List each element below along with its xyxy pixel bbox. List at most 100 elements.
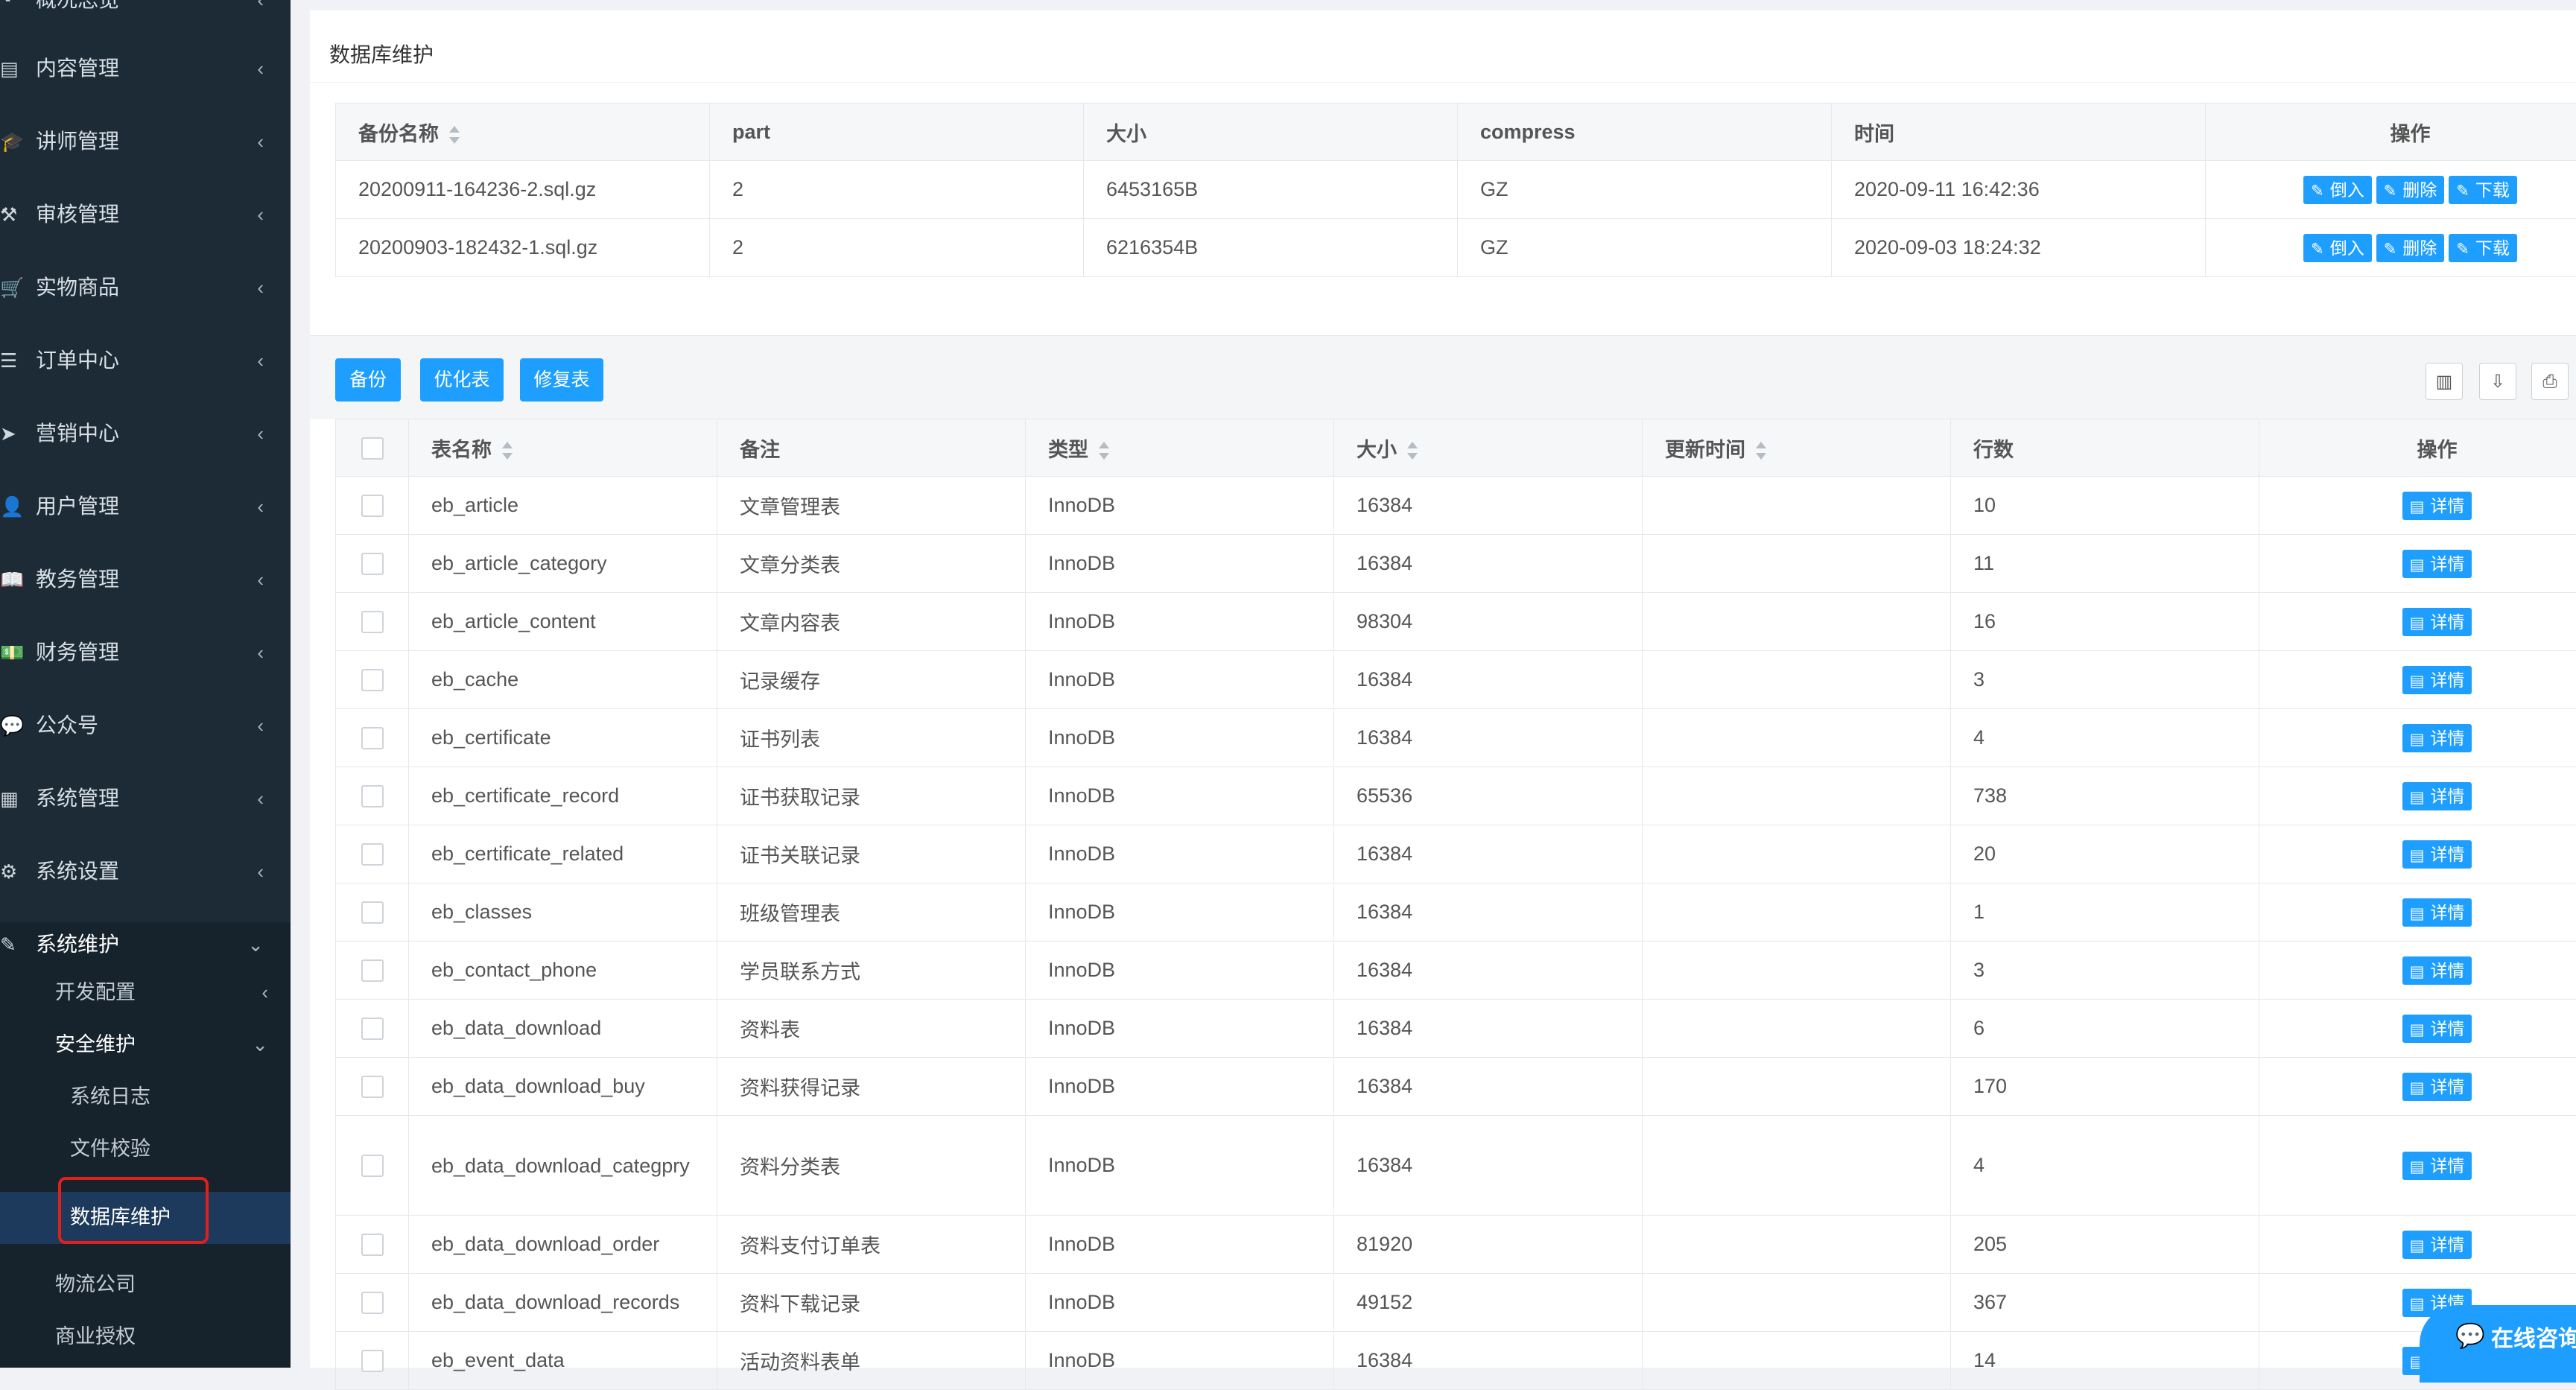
download-button[interactable]: ✎下载 <box>2449 176 2517 204</box>
sidebar-subitem-logistics[interactable]: 物流公司 <box>0 1262 291 1307</box>
header-label: 大小 <box>1357 439 1397 461</box>
sidebar-subitem-license[interactable]: 商业授权 <box>0 1314 291 1359</box>
sidebar-item-content[interactable]: ▤内容管理‹ <box>0 46 291 91</box>
button-label: 倒入 <box>2330 238 2364 258</box>
row-checkbox[interactable] <box>361 1234 384 1256</box>
detail-button[interactable]: ▤详情 <box>2402 956 2472 985</box>
row-checkbox[interactable] <box>361 553 384 575</box>
optimize-table-button[interactable]: 优化表 <box>420 358 504 402</box>
export-icon[interactable]: ⇩ <box>2479 363 2516 400</box>
cell-name: 20200911-164236-2.sql.gz <box>336 161 710 219</box>
sidebar-item-goods[interactable]: 🛒实物商品‹ <box>0 265 291 310</box>
columns-icon[interactable]: ▥ <box>2426 363 2463 400</box>
cell-rows: 14 <box>1951 1332 2259 1390</box>
sidebar-item-finance[interactable]: 💵财务管理‹ <box>0 630 291 675</box>
row-checkbox[interactable] <box>361 1018 384 1040</box>
detail-button[interactable]: ▤详情 <box>2402 492 2472 520</box>
sort-icon[interactable] <box>1756 442 1766 460</box>
sidebar-subitem-file-check[interactable]: 文件校验 <box>0 1126 291 1171</box>
cell-ops: ▤详情 <box>2259 883 2576 942</box>
cell-select <box>336 1274 409 1332</box>
chevron-left-icon: ‹ <box>261 980 268 1004</box>
sort-icon[interactable] <box>1099 442 1109 460</box>
cell-select <box>336 1332 409 1390</box>
detail-button[interactable]: ▤详情 <box>2402 840 2472 869</box>
repair-table-button[interactable]: 修复表 <box>520 358 603 402</box>
select-all-checkbox[interactable] <box>361 437 384 460</box>
row-checkbox[interactable] <box>361 727 384 749</box>
row-checkbox[interactable] <box>361 843 384 866</box>
row-checkbox[interactable] <box>361 669 384 691</box>
row-checkbox[interactable] <box>361 959 384 982</box>
sidebar-item-overview[interactable]: ◔概况总览‹ <box>0 0 291 22</box>
sort-icon[interactable] <box>449 126 460 144</box>
sidebar-item-wechat[interactable]: 💬公众号‹ <box>0 703 291 748</box>
sidebar-subitem-security[interactable]: 安全维护 ⌄ <box>0 1022 291 1067</box>
sidebar-item-users[interactable]: 👤用户管理‹ <box>0 484 291 529</box>
column-header-updated[interactable]: 更新时间 <box>1643 419 1951 477</box>
detail-button[interactable]: ▤详情 <box>2402 666 2472 694</box>
detail-button[interactable]: ▤详情 <box>2402 1015 2472 1043</box>
delete-button[interactable]: ✎删除 <box>2376 234 2445 262</box>
column-header-backup-name[interactable]: 备份名称 <box>336 104 710 161</box>
print-icon[interactable]: ⎙ <box>2531 363 2569 400</box>
detail-button[interactable]: ▤详情 <box>2402 782 2472 810</box>
delete-button[interactable]: ✎删除 <box>2376 176 2445 204</box>
column-header-table-name[interactable]: 表名称 <box>409 419 717 477</box>
detail-button[interactable]: ▤详情 <box>2402 898 2472 927</box>
sidebar-item-settings[interactable]: ⚙系统设置‹ <box>0 849 291 894</box>
download-button[interactable]: ✎下载 <box>2449 234 2517 262</box>
cell-rows: 738 <box>1951 767 2259 825</box>
cell-type: InnoDB <box>1026 1216 1334 1274</box>
row-checkbox[interactable] <box>361 1350 384 1372</box>
cell-select <box>336 825 409 883</box>
cell-comment: 文章内容表 <box>717 593 1026 651</box>
backup-button[interactable]: 备份 <box>335 358 401 402</box>
row-checkbox[interactable] <box>361 1155 384 1177</box>
column-header-type[interactable]: 类型 <box>1026 419 1334 477</box>
cell-type: InnoDB <box>1026 709 1334 767</box>
online-chat-label: 在线咨询 <box>2491 1320 2576 1353</box>
sidebar-item-orders[interactable]: ☰订单中心‹ <box>0 338 291 383</box>
detail-button[interactable]: ▤详情 <box>2402 1231 2472 1259</box>
row-checkbox[interactable] <box>361 901 384 924</box>
row-checkbox[interactable] <box>361 1292 384 1314</box>
row-checkbox[interactable] <box>361 785 384 807</box>
row-checkbox[interactable] <box>361 611 384 633</box>
online-chat-button[interactable]: 💬 在线咨询 <box>2420 1305 2576 1383</box>
pencil-icon: ✎ <box>2456 183 2469 200</box>
chevron-left-icon: ‹ <box>257 349 264 372</box>
cell-size: 65536 <box>1334 767 1643 825</box>
cell-select <box>336 535 409 593</box>
sidebar-item-marketing[interactable]: ➤营销中心‹ <box>0 411 291 456</box>
sidebar-item-system[interactable]: ▦系统管理‹ <box>0 776 291 821</box>
column-header-size[interactable]: 大小 <box>1334 419 1643 477</box>
sort-icon[interactable] <box>1407 442 1418 460</box>
sidebar-item-lecturer[interactable]: 🎓讲师管理‹ <box>0 119 291 164</box>
cell-updated <box>1643 767 1951 825</box>
sidebar-item-education[interactable]: 📖教务管理‹ <box>0 557 291 602</box>
import-button[interactable]: ✎倒入 <box>2303 176 2372 204</box>
newspaper-icon: ▤ <box>0 57 24 80</box>
sidebar-item-audit[interactable]: ⚒审核管理‹ <box>0 192 291 237</box>
sort-icon[interactable] <box>502 442 513 460</box>
cell-size: 98304 <box>1334 593 1643 651</box>
row-checkbox[interactable] <box>361 495 384 517</box>
chevron-left-icon: ‹ <box>257 495 264 518</box>
row-checkbox[interactable] <box>361 1076 384 1098</box>
detail-button[interactable]: ▤详情 <box>2402 1152 2472 1180</box>
chevron-left-icon: ‹ <box>257 276 264 299</box>
file-icon: ▤ <box>2410 847 2425 864</box>
sidebar-subitem-dev-config[interactable]: 开发配置 ‹ <box>0 970 291 1015</box>
detail-button[interactable]: ▤详情 <box>2402 550 2472 578</box>
button-label: 详情 <box>2430 1156 2464 1175</box>
pencil-icon: ✎ <box>2456 241 2469 258</box>
cell-select <box>336 593 409 651</box>
detail-button[interactable]: ▤详情 <box>2402 1073 2472 1101</box>
cell-rows: 205 <box>1951 1216 2259 1274</box>
import-button[interactable]: ✎倒入 <box>2303 234 2372 262</box>
sidebar-subitem-system-log[interactable]: 系统日志 <box>0 1074 291 1119</box>
cell-name: eb_article <box>409 477 717 535</box>
detail-button[interactable]: ▤详情 <box>2402 608 2472 636</box>
detail-button[interactable]: ▤详情 <box>2402 724 2472 752</box>
